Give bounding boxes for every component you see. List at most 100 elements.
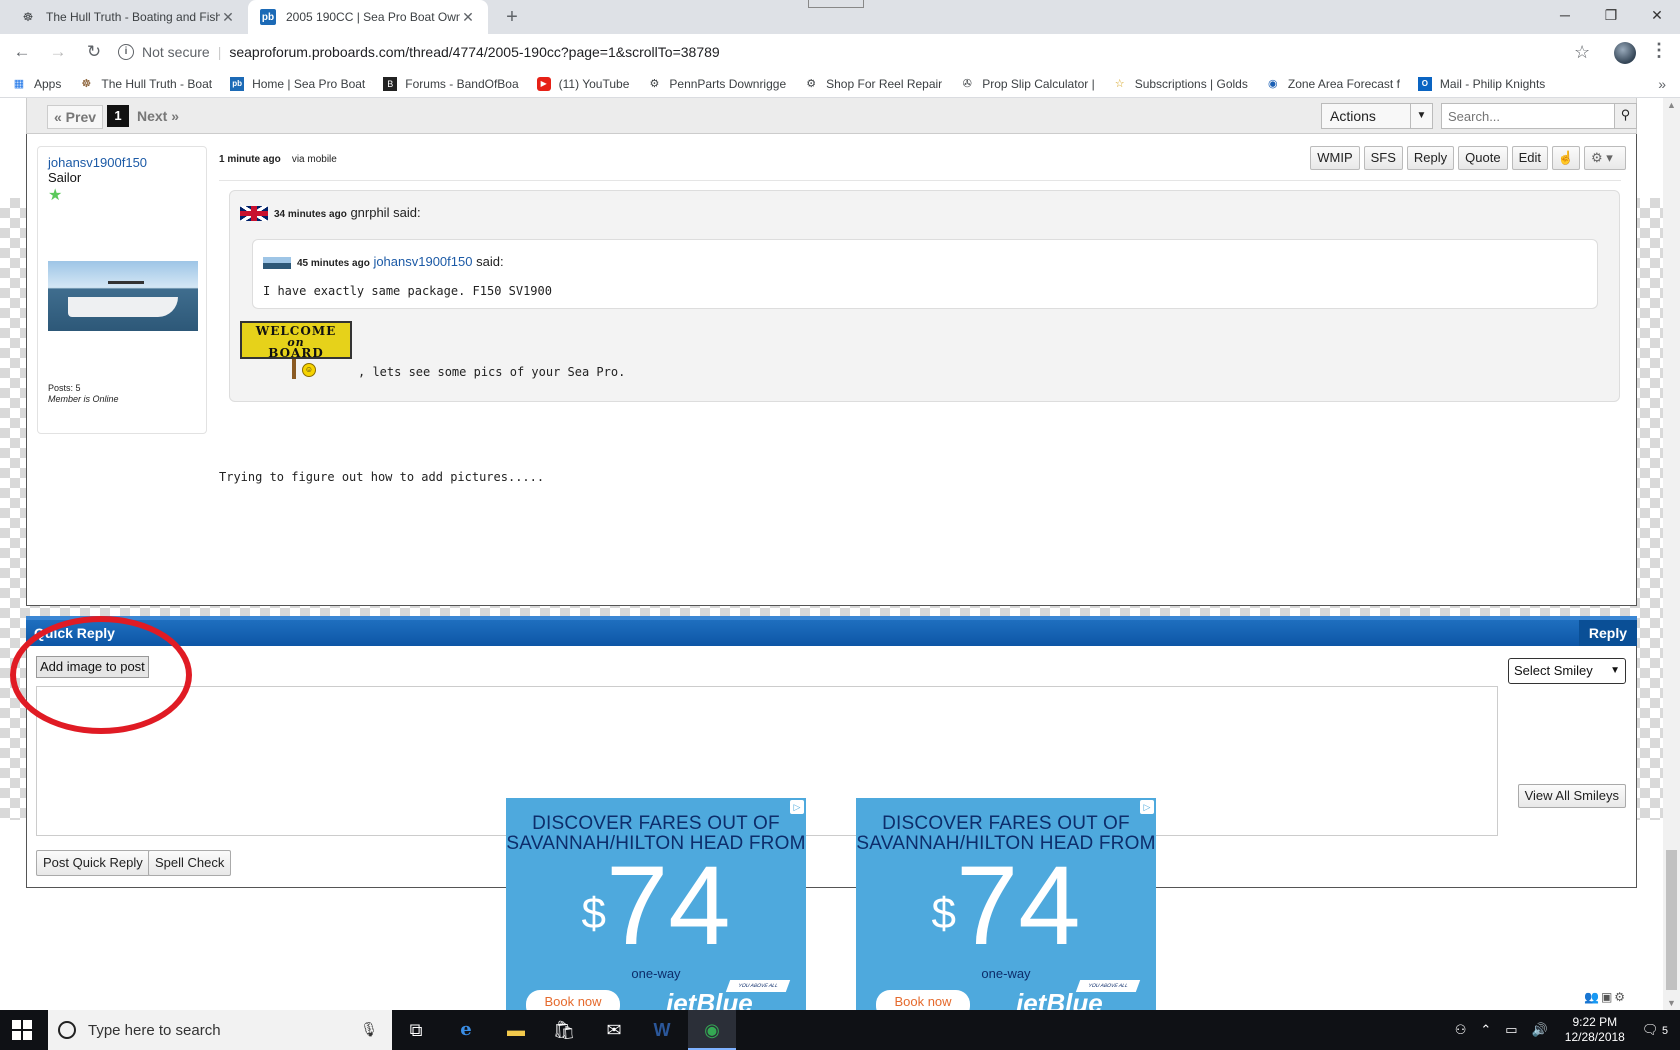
- post-quick-reply-button[interactable]: Post Quick Reply: [36, 850, 150, 876]
- ad-currency: $: [931, 889, 956, 938]
- page-widget-icons: 👥 ▣ ⚙: [1584, 990, 1625, 1004]
- nested-quote-time[interactable]: 45 minutes ago: [297, 258, 370, 269]
- quote-button[interactable]: Quote: [1458, 146, 1508, 170]
- windows-start-icon[interactable]: [12, 1020, 32, 1040]
- like-thumb-icon[interactable]: ☝: [1552, 146, 1580, 170]
- close-tab-icon[interactable]: ✕: [460, 9, 476, 26]
- gear-icon[interactable]: ⚙: [1614, 990, 1625, 1004]
- network-icon[interactable]: ▭: [1505, 1022, 1517, 1038]
- file-explorer-icon[interactable]: ▬: [492, 1010, 540, 1050]
- cortana-icon: [58, 1021, 76, 1039]
- bookmark-label: Mail - Philip Knights: [1439, 76, 1546, 91]
- select-smiley-dropdown[interactable]: Select Smiley ▼: [1508, 658, 1626, 684]
- taskbar-search[interactable]: Type here to search 🎙: [48, 1010, 392, 1050]
- bookmark-youtube[interactable]: ▶ (11) YouTube: [536, 76, 629, 91]
- bookmark-mail[interactable]: O Mail - Philip Knights: [1417, 76, 1546, 91]
- bookmark-prop-slip[interactable]: ✇ Prop Slip Calculator |: [960, 77, 1095, 91]
- bookmark-label: Prop Slip Calculator |: [982, 76, 1095, 91]
- bookmark-sea-pro[interactable]: pb Home | Sea Pro Boat: [230, 76, 365, 91]
- volume-icon[interactable]: 🔊: [1532, 1022, 1548, 1038]
- browser-menu-icon[interactable]: ⋮: [1650, 40, 1668, 61]
- forward-button[interactable]: →: [44, 38, 72, 66]
- post-options-gear-icon[interactable]: ⚙ ▾: [1584, 146, 1626, 170]
- next-page-button[interactable]: Next »: [131, 105, 185, 129]
- clock[interactable]: 9:22 PM 12/28/2018: [1565, 1015, 1625, 1045]
- edit-button[interactable]: Edit: [1511, 146, 1548, 170]
- reply-button[interactable]: Reply: [1406, 146, 1455, 170]
- youtube-icon: ▶: [536, 76, 551, 91]
- bookmark-zone-forecast[interactable]: ◉ Zone Area Forecast f: [1266, 77, 1400, 91]
- author-name[interactable]: johansv1900f150: [48, 155, 196, 170]
- nested-quote-author[interactable]: johansv1900f150: [373, 254, 472, 269]
- window-icon[interactable]: ▣: [1601, 990, 1612, 1004]
- notifications-icon[interactable]: 🗨 5: [1642, 1022, 1668, 1038]
- more-bookmarks-icon[interactable]: »: [1658, 76, 1666, 92]
- page-scrollbar[interactable]: ▲ ▼: [1663, 98, 1680, 1010]
- profile-avatar[interactable]: [1614, 42, 1636, 64]
- restore-button[interactable]: ❐: [1588, 0, 1634, 30]
- author-avatar[interactable]: [48, 261, 198, 331]
- scroll-up-arrow-icon[interactable]: ▲: [1667, 100, 1676, 110]
- adchoices-icon[interactable]: ▷: [790, 800, 804, 814]
- close-tab-icon[interactable]: ✕: [220, 9, 236, 26]
- word-icon[interactable]: W: [638, 1010, 686, 1050]
- bookmark-reel-repair[interactable]: ⚙ Shop For Reel Repair: [804, 77, 942, 91]
- search-input[interactable]: [1442, 104, 1614, 128]
- ad-book-now-button[interactable]: Book now: [876, 990, 970, 1010]
- tab-sea-pro[interactable]: pb 2005 190CC | Sea Pro Boat Owne ✕: [248, 0, 488, 34]
- ad-banner[interactable]: ▷ DISCOVER FARES OUT OF SAVANNAH/HILTON …: [506, 798, 806, 1010]
- window-drag-handle[interactable]: [808, 0, 864, 8]
- chrome-icon[interactable]: ◉: [688, 1010, 736, 1050]
- minimize-button[interactable]: ─: [1542, 0, 1588, 30]
- bookmark-pennparts[interactable]: ⚙ PennParts Downrigge: [647, 77, 786, 91]
- quote-time[interactable]: 34 minutes ago: [274, 209, 347, 220]
- spell-check-button[interactable]: Spell Check: [148, 850, 232, 876]
- info-icon[interactable]: i: [118, 44, 134, 60]
- ad-oneway: one-way: [981, 966, 1031, 981]
- ad-book-now-button[interactable]: Book now: [526, 990, 620, 1010]
- bookmark-star-icon[interactable]: ☆: [1574, 42, 1590, 63]
- full-reply-button[interactable]: Reply: [1578, 620, 1637, 646]
- tab-title: 2005 190CC | Sea Pro Boat Owne: [286, 10, 460, 24]
- ad-banner[interactable]: ▷ DISCOVER FARES OUT OF SAVANNAH/HILTON …: [856, 798, 1156, 1010]
- new-tab-button[interactable]: +: [500, 6, 524, 28]
- sfs-button[interactable]: SFS: [1363, 146, 1403, 170]
- prev-page-button[interactable]: « Prev: [47, 105, 104, 129]
- propeller-icon: ✇: [962, 78, 972, 90]
- search-icon[interactable]: ⚲: [1614, 104, 1636, 128]
- url-text[interactable]: seaproforum.proboards.com/thread/4774/20…: [229, 44, 719, 60]
- proboards-icon: pb: [260, 9, 276, 25]
- mail-icon[interactable]: ✉: [590, 1010, 638, 1050]
- post-time[interactable]: 1 minute ago: [219, 154, 281, 165]
- bookmark-bandofboaters[interactable]: B Forums - BandOfBoa: [383, 76, 519, 91]
- tab-hull-truth[interactable]: ☸ The Hull Truth - Boating and Fishi ✕: [8, 0, 248, 34]
- reload-button[interactable]: ↻: [80, 38, 108, 66]
- apps-grid-icon: ▦: [13, 78, 25, 90]
- adchoices-icon[interactable]: ▷: [1140, 800, 1154, 814]
- omnibox[interactable]: i Not secure | seaproforum.proboards.com…: [108, 38, 1596, 66]
- quick-reply-panel: Quick Reply Reply Add image to post Sele…: [26, 616, 1637, 888]
- current-page[interactable]: 1: [107, 105, 129, 127]
- tray-chevron-icon[interactable]: ⌃: [1480, 1022, 1491, 1038]
- users-icon[interactable]: 👥: [1584, 990, 1599, 1004]
- microphone-icon[interactable]: 🎙: [360, 1021, 378, 1038]
- store-icon[interactable]: 🛍: [540, 1010, 588, 1050]
- bookmark-hull-truth[interactable]: ☸ The Hull Truth - Boat: [79, 77, 212, 91]
- post-body: Trying to figure out how to add pictures…: [219, 470, 545, 484]
- wmip-button[interactable]: WMIP: [1310, 146, 1360, 170]
- view-all-smileys-button[interactable]: View All Smileys: [1517, 784, 1626, 808]
- task-view-icon[interactable]: ⧉: [392, 1010, 440, 1050]
- quote-author[interactable]: gnrphil: [350, 205, 389, 220]
- nested-quote-text: I have exactly same package. F150 SV1900: [263, 284, 552, 298]
- back-button[interactable]: ←: [8, 38, 36, 66]
- close-window-button[interactable]: ✕: [1634, 0, 1680, 30]
- scrollbar-thumb[interactable]: [1666, 850, 1677, 990]
- people-icon[interactable]: ⚇: [1455, 1022, 1467, 1038]
- bookmark-apps[interactable]: ▦ Apps: [12, 77, 62, 91]
- chevron-down-icon: ▼: [1610, 665, 1620, 676]
- actions-dropdown[interactable]: Actions ▼: [1321, 103, 1433, 129]
- bandofboaters-icon: B: [383, 76, 398, 91]
- scroll-down-arrow-icon[interactable]: ▼: [1667, 998, 1676, 1008]
- edge-icon[interactable]: e: [442, 1010, 490, 1050]
- bookmark-subscriptions[interactable]: ☆ Subscriptions | Golds: [1113, 77, 1248, 91]
